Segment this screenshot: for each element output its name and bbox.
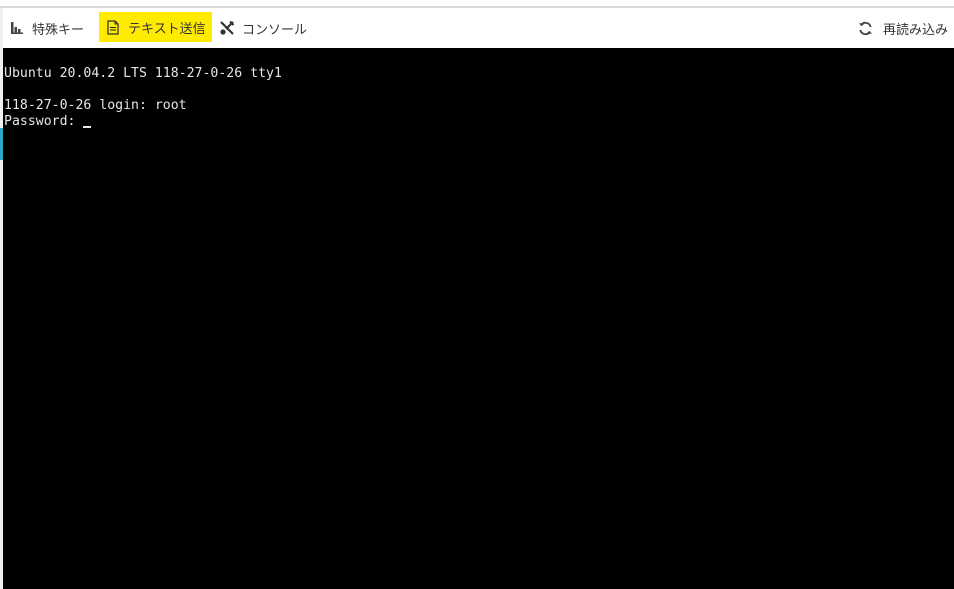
reload-label: 再読み込み: [882, 22, 948, 38]
send-text-label: テキスト送信: [128, 21, 206, 37]
terminal-screen[interactable]: Ubuntu 20.04.2 LTS 118-27-0-26 tty1 118-…: [3, 48, 954, 589]
password-prompt: Password:: [4, 114, 76, 129]
tools-icon: [219, 20, 235, 36]
send-text-button[interactable]: テキスト送信: [99, 12, 212, 42]
terminal-login-line: 118-27-0-26 login: root: [4, 98, 187, 113]
vps-console-window: 特殊キー テキスト送信 コンソール 再読み込み Ubuntu 20.04.2 L…: [0, 0, 954, 589]
text-cursor: [83, 126, 92, 128]
console-toolbar: 特殊キー テキスト送信 コンソール 再読み込み: [3, 8, 954, 48]
reload-button[interactable]: 再読み込み: [858, 8, 948, 48]
terminal-password-line: Password:: [4, 114, 92, 130]
refresh-icon: [858, 20, 874, 36]
document-icon: [105, 19, 121, 35]
bar-chart-icon: [9, 20, 25, 36]
console-button[interactable]: コンソール: [219, 8, 307, 48]
console-label: コンソール: [242, 22, 308, 38]
special-keys-label: 特殊キー: [32, 22, 85, 38]
terminal-banner: Ubuntu 20.04.2 LTS 118-27-0-26 tty1: [4, 66, 282, 81]
special-keys-button[interactable]: 特殊キー: [9, 8, 84, 48]
